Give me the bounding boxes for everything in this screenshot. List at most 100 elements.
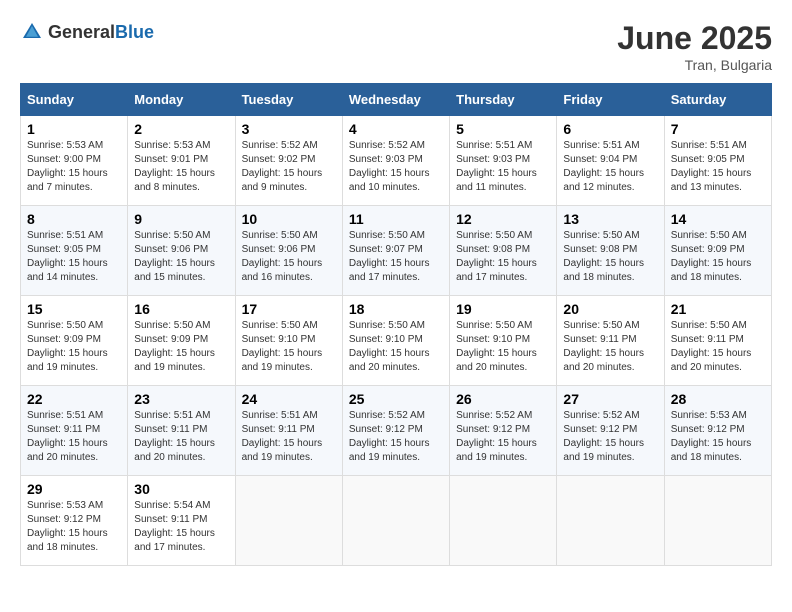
calendar-cell: 22 Sunrise: 5:51 AM Sunset: 9:11 PM Dayl…: [21, 386, 128, 476]
calendar-cell: 12 Sunrise: 5:50 AM Sunset: 9:08 PM Dayl…: [450, 206, 557, 296]
day-number: 23: [134, 391, 228, 407]
calendar-cell: 28 Sunrise: 5:53 AM Sunset: 9:12 PM Dayl…: [664, 386, 771, 476]
day-number: 21: [671, 301, 765, 317]
calendar-cell: 25 Sunrise: 5:52 AM Sunset: 9:12 PM Dayl…: [342, 386, 449, 476]
day-number: 4: [349, 121, 443, 137]
calendar-cell: 14 Sunrise: 5:50 AM Sunset: 9:09 PM Dayl…: [664, 206, 771, 296]
day-info: Sunrise: 5:51 AM Sunset: 9:04 PM Dayligh…: [563, 139, 657, 195]
day-number: 28: [671, 391, 765, 407]
calendar-cell: 4 Sunrise: 5:52 AM Sunset: 9:03 PM Dayli…: [342, 116, 449, 206]
day-info: Sunrise: 5:50 AM Sunset: 9:08 PM Dayligh…: [456, 229, 550, 285]
calendar-table: Sunday Monday Tuesday Wednesday Thursday…: [20, 83, 772, 566]
day-number: 16: [134, 301, 228, 317]
calendar-cell: 7 Sunrise: 5:51 AM Sunset: 9:05 PM Dayli…: [664, 116, 771, 206]
day-info: Sunrise: 5:50 AM Sunset: 9:08 PM Dayligh…: [563, 229, 657, 285]
day-info: Sunrise: 5:52 AM Sunset: 9:12 PM Dayligh…: [456, 409, 550, 465]
day-info: Sunrise: 5:51 AM Sunset: 9:05 PM Dayligh…: [27, 229, 121, 285]
header-friday: Friday: [557, 84, 664, 116]
calendar-cell: 27 Sunrise: 5:52 AM Sunset: 9:12 PM Dayl…: [557, 386, 664, 476]
calendar-cell: [235, 476, 342, 566]
title-area: June 2025 Tran, Bulgaria: [617, 20, 772, 73]
day-info: Sunrise: 5:50 AM Sunset: 9:10 PM Dayligh…: [242, 319, 336, 375]
day-number: 13: [563, 211, 657, 227]
day-info: Sunrise: 5:50 AM Sunset: 9:09 PM Dayligh…: [27, 319, 121, 375]
calendar-cell: 23 Sunrise: 5:51 AM Sunset: 9:11 PM Dayl…: [128, 386, 235, 476]
header: GeneralBlue June 2025 Tran, Bulgaria: [20, 20, 772, 73]
calendar-cell: [342, 476, 449, 566]
calendar-cell: 24 Sunrise: 5:51 AM Sunset: 9:11 PM Dayl…: [235, 386, 342, 476]
day-number: 26: [456, 391, 550, 407]
logo-icon: [20, 20, 44, 44]
day-number: 19: [456, 301, 550, 317]
day-info: Sunrise: 5:50 AM Sunset: 9:09 PM Dayligh…: [134, 319, 228, 375]
day-number: 30: [134, 481, 228, 497]
day-number: 24: [242, 391, 336, 407]
calendar-cell: 26 Sunrise: 5:52 AM Sunset: 9:12 PM Dayl…: [450, 386, 557, 476]
day-number: 27: [563, 391, 657, 407]
logo: GeneralBlue: [20, 20, 154, 44]
day-number: 25: [349, 391, 443, 407]
day-info: Sunrise: 5:53 AM Sunset: 9:12 PM Dayligh…: [671, 409, 765, 465]
day-number: 15: [27, 301, 121, 317]
day-number: 17: [242, 301, 336, 317]
day-info: Sunrise: 5:52 AM Sunset: 9:12 PM Dayligh…: [349, 409, 443, 465]
header-monday: Monday: [128, 84, 235, 116]
calendar-cell: 13 Sunrise: 5:50 AM Sunset: 9:08 PM Dayl…: [557, 206, 664, 296]
calendar-cell: 30 Sunrise: 5:54 AM Sunset: 9:11 PM Dayl…: [128, 476, 235, 566]
calendar-week-row: 1 Sunrise: 5:53 AM Sunset: 9:00 PM Dayli…: [21, 116, 772, 206]
day-info: Sunrise: 5:50 AM Sunset: 9:09 PM Dayligh…: [671, 229, 765, 285]
day-number: 7: [671, 121, 765, 137]
day-info: Sunrise: 5:51 AM Sunset: 9:11 PM Dayligh…: [134, 409, 228, 465]
day-number: 18: [349, 301, 443, 317]
day-number: 10: [242, 211, 336, 227]
calendar-cell: 21 Sunrise: 5:50 AM Sunset: 9:11 PM Dayl…: [664, 296, 771, 386]
day-info: Sunrise: 5:53 AM Sunset: 9:01 PM Dayligh…: [134, 139, 228, 195]
header-tuesday: Tuesday: [235, 84, 342, 116]
day-number: 29: [27, 481, 121, 497]
calendar-cell: 20 Sunrise: 5:50 AM Sunset: 9:11 PM Dayl…: [557, 296, 664, 386]
day-number: 5: [456, 121, 550, 137]
day-info: Sunrise: 5:50 AM Sunset: 9:11 PM Dayligh…: [671, 319, 765, 375]
day-number: 1: [27, 121, 121, 137]
calendar-week-row: 22 Sunrise: 5:51 AM Sunset: 9:11 PM Dayl…: [21, 386, 772, 476]
calendar-cell: 5 Sunrise: 5:51 AM Sunset: 9:03 PM Dayli…: [450, 116, 557, 206]
day-info: Sunrise: 5:50 AM Sunset: 9:10 PM Dayligh…: [349, 319, 443, 375]
day-info: Sunrise: 5:51 AM Sunset: 9:11 PM Dayligh…: [242, 409, 336, 465]
calendar-week-row: 15 Sunrise: 5:50 AM Sunset: 9:09 PM Dayl…: [21, 296, 772, 386]
day-info: Sunrise: 5:52 AM Sunset: 9:02 PM Dayligh…: [242, 139, 336, 195]
calendar-cell: [557, 476, 664, 566]
calendar-cell: 19 Sunrise: 5:50 AM Sunset: 9:10 PM Dayl…: [450, 296, 557, 386]
day-number: 14: [671, 211, 765, 227]
day-info: Sunrise: 5:51 AM Sunset: 9:05 PM Dayligh…: [671, 139, 765, 195]
calendar-cell: 15 Sunrise: 5:50 AM Sunset: 9:09 PM Dayl…: [21, 296, 128, 386]
day-info: Sunrise: 5:54 AM Sunset: 9:11 PM Dayligh…: [134, 499, 228, 555]
calendar-cell: 11 Sunrise: 5:50 AM Sunset: 9:07 PM Dayl…: [342, 206, 449, 296]
calendar-cell: 17 Sunrise: 5:50 AM Sunset: 9:10 PM Dayl…: [235, 296, 342, 386]
month-title: June 2025: [617, 20, 772, 57]
calendar-cell: 1 Sunrise: 5:53 AM Sunset: 9:00 PM Dayli…: [21, 116, 128, 206]
calendar-week-row: 29 Sunrise: 5:53 AM Sunset: 9:12 PM Dayl…: [21, 476, 772, 566]
day-info: Sunrise: 5:51 AM Sunset: 9:11 PM Dayligh…: [27, 409, 121, 465]
calendar-cell: 6 Sunrise: 5:51 AM Sunset: 9:04 PM Dayli…: [557, 116, 664, 206]
header-saturday: Saturday: [664, 84, 771, 116]
calendar-cell: 10 Sunrise: 5:50 AM Sunset: 9:06 PM Dayl…: [235, 206, 342, 296]
header-wednesday: Wednesday: [342, 84, 449, 116]
calendar-cell: 3 Sunrise: 5:52 AM Sunset: 9:02 PM Dayli…: [235, 116, 342, 206]
day-info: Sunrise: 5:50 AM Sunset: 9:11 PM Dayligh…: [563, 319, 657, 375]
calendar-cell: 9 Sunrise: 5:50 AM Sunset: 9:06 PM Dayli…: [128, 206, 235, 296]
header-sunday: Sunday: [21, 84, 128, 116]
day-info: Sunrise: 5:50 AM Sunset: 9:06 PM Dayligh…: [242, 229, 336, 285]
calendar-week-row: 8 Sunrise: 5:51 AM Sunset: 9:05 PM Dayli…: [21, 206, 772, 296]
logo-blue-text: Blue: [115, 22, 154, 42]
day-info: Sunrise: 5:52 AM Sunset: 9:03 PM Dayligh…: [349, 139, 443, 195]
calendar-cell: 8 Sunrise: 5:51 AM Sunset: 9:05 PM Dayli…: [21, 206, 128, 296]
calendar-cell: 29 Sunrise: 5:53 AM Sunset: 9:12 PM Dayl…: [21, 476, 128, 566]
day-info: Sunrise: 5:53 AM Sunset: 9:00 PM Dayligh…: [27, 139, 121, 195]
calendar-cell: 16 Sunrise: 5:50 AM Sunset: 9:09 PM Dayl…: [128, 296, 235, 386]
calendar-cell: [664, 476, 771, 566]
calendar-cell: 2 Sunrise: 5:53 AM Sunset: 9:01 PM Dayli…: [128, 116, 235, 206]
days-header-row: Sunday Monday Tuesday Wednesday Thursday…: [21, 84, 772, 116]
day-number: 20: [563, 301, 657, 317]
day-info: Sunrise: 5:53 AM Sunset: 9:12 PM Dayligh…: [27, 499, 121, 555]
day-number: 22: [27, 391, 121, 407]
